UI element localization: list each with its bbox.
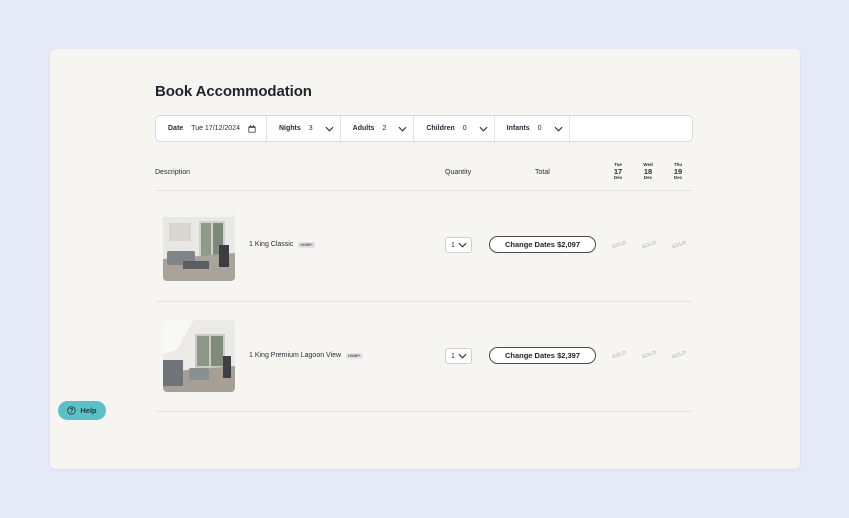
quantity-value: 1 bbox=[451, 352, 455, 360]
chevron-down-icon[interactable] bbox=[479, 126, 488, 132]
change-dates-button[interactable]: Change Dates $2,097 bbox=[489, 236, 596, 253]
room-photo[interactable] bbox=[163, 209, 235, 281]
question-circle-icon bbox=[67, 406, 77, 415]
chevron-down-icon bbox=[458, 242, 467, 248]
chevron-down-icon[interactable] bbox=[325, 126, 334, 132]
header-divider bbox=[155, 190, 693, 191]
day-column-header: Tue 17 Dec bbox=[608, 162, 628, 180]
page-title: Book Accommodation bbox=[155, 83, 312, 100]
change-dates-button[interactable]: Change Dates $2,397 bbox=[489, 347, 596, 364]
quantity-select[interactable]: 1 bbox=[445, 348, 472, 364]
column-quantity: Quantity bbox=[445, 169, 472, 176]
sold-indicator: SOLD bbox=[611, 349, 628, 361]
adults-filter[interactable]: Adults 2 bbox=[341, 116, 415, 141]
sold-indicator: SOLD bbox=[641, 349, 658, 361]
help-button[interactable]: Help bbox=[58, 401, 106, 420]
date-value[interactable]: Tue 17/12/2024 bbox=[191, 125, 240, 132]
infants-value[interactable]: 0 bbox=[538, 125, 542, 132]
room-name-row: 1 King Classic HOME+ bbox=[249, 241, 315, 248]
day-column-header: Wed 18 Dec bbox=[638, 162, 658, 180]
room-name[interactable]: 1 King Premium Lagoon View bbox=[249, 352, 341, 359]
help-label: Help bbox=[80, 406, 97, 415]
infants-filter[interactable]: Infants 0 bbox=[495, 116, 570, 141]
date-label: Date bbox=[168, 125, 184, 132]
search-filter-bar: Date Tue 17/12/2024 Nights 3 Adults 2 Ch… bbox=[155, 115, 693, 142]
room-photo[interactable] bbox=[163, 320, 235, 392]
adults-label: Adults bbox=[352, 125, 375, 132]
quantity-value: 1 bbox=[451, 241, 455, 249]
nights-filter[interactable]: Nights 3 bbox=[267, 116, 341, 141]
chevron-down-icon[interactable] bbox=[398, 126, 407, 132]
row-divider bbox=[155, 301, 693, 302]
chevron-down-icon bbox=[458, 353, 467, 359]
sold-indicator: SOLD bbox=[611, 239, 628, 251]
nights-label: Nights bbox=[278, 125, 301, 132]
calendar-icon[interactable] bbox=[248, 124, 256, 133]
column-description: Description bbox=[155, 169, 191, 176]
month-label: Dec bbox=[673, 174, 683, 180]
sold-indicator: SOLD bbox=[641, 239, 658, 251]
day-column-header: Thu 19 Dec bbox=[668, 162, 688, 180]
month-label: Dec bbox=[613, 174, 623, 180]
chevron-down-icon[interactable] bbox=[553, 126, 563, 132]
quantity-select[interactable]: 1 bbox=[445, 237, 472, 253]
children-filter[interactable]: Children 0 bbox=[414, 116, 495, 141]
home-plus-badge: HOME+ bbox=[298, 241, 315, 248]
nights-value[interactable]: 3 bbox=[309, 125, 313, 132]
booking-card: Book Accommodation Date Tue 17/12/2024 N… bbox=[50, 49, 800, 469]
infants-label: Infants bbox=[506, 125, 530, 132]
column-total: Total bbox=[535, 169, 550, 176]
sold-indicator: SOLD bbox=[671, 349, 688, 361]
month-label: Dec bbox=[643, 174, 653, 180]
row-divider bbox=[155, 411, 693, 412]
children-value[interactable]: 0 bbox=[463, 125, 467, 132]
date-filter[interactable]: Date Tue 17/12/2024 bbox=[156, 116, 267, 141]
room-name[interactable]: 1 King Classic bbox=[249, 241, 293, 248]
adults-value[interactable]: 2 bbox=[382, 125, 386, 132]
children-label: Children bbox=[426, 125, 455, 132]
room-name-row: 1 King Premium Lagoon View HOME+ bbox=[249, 352, 363, 359]
home-plus-badge: HOME+ bbox=[346, 352, 363, 359]
sold-indicator: SOLD bbox=[671, 239, 688, 251]
